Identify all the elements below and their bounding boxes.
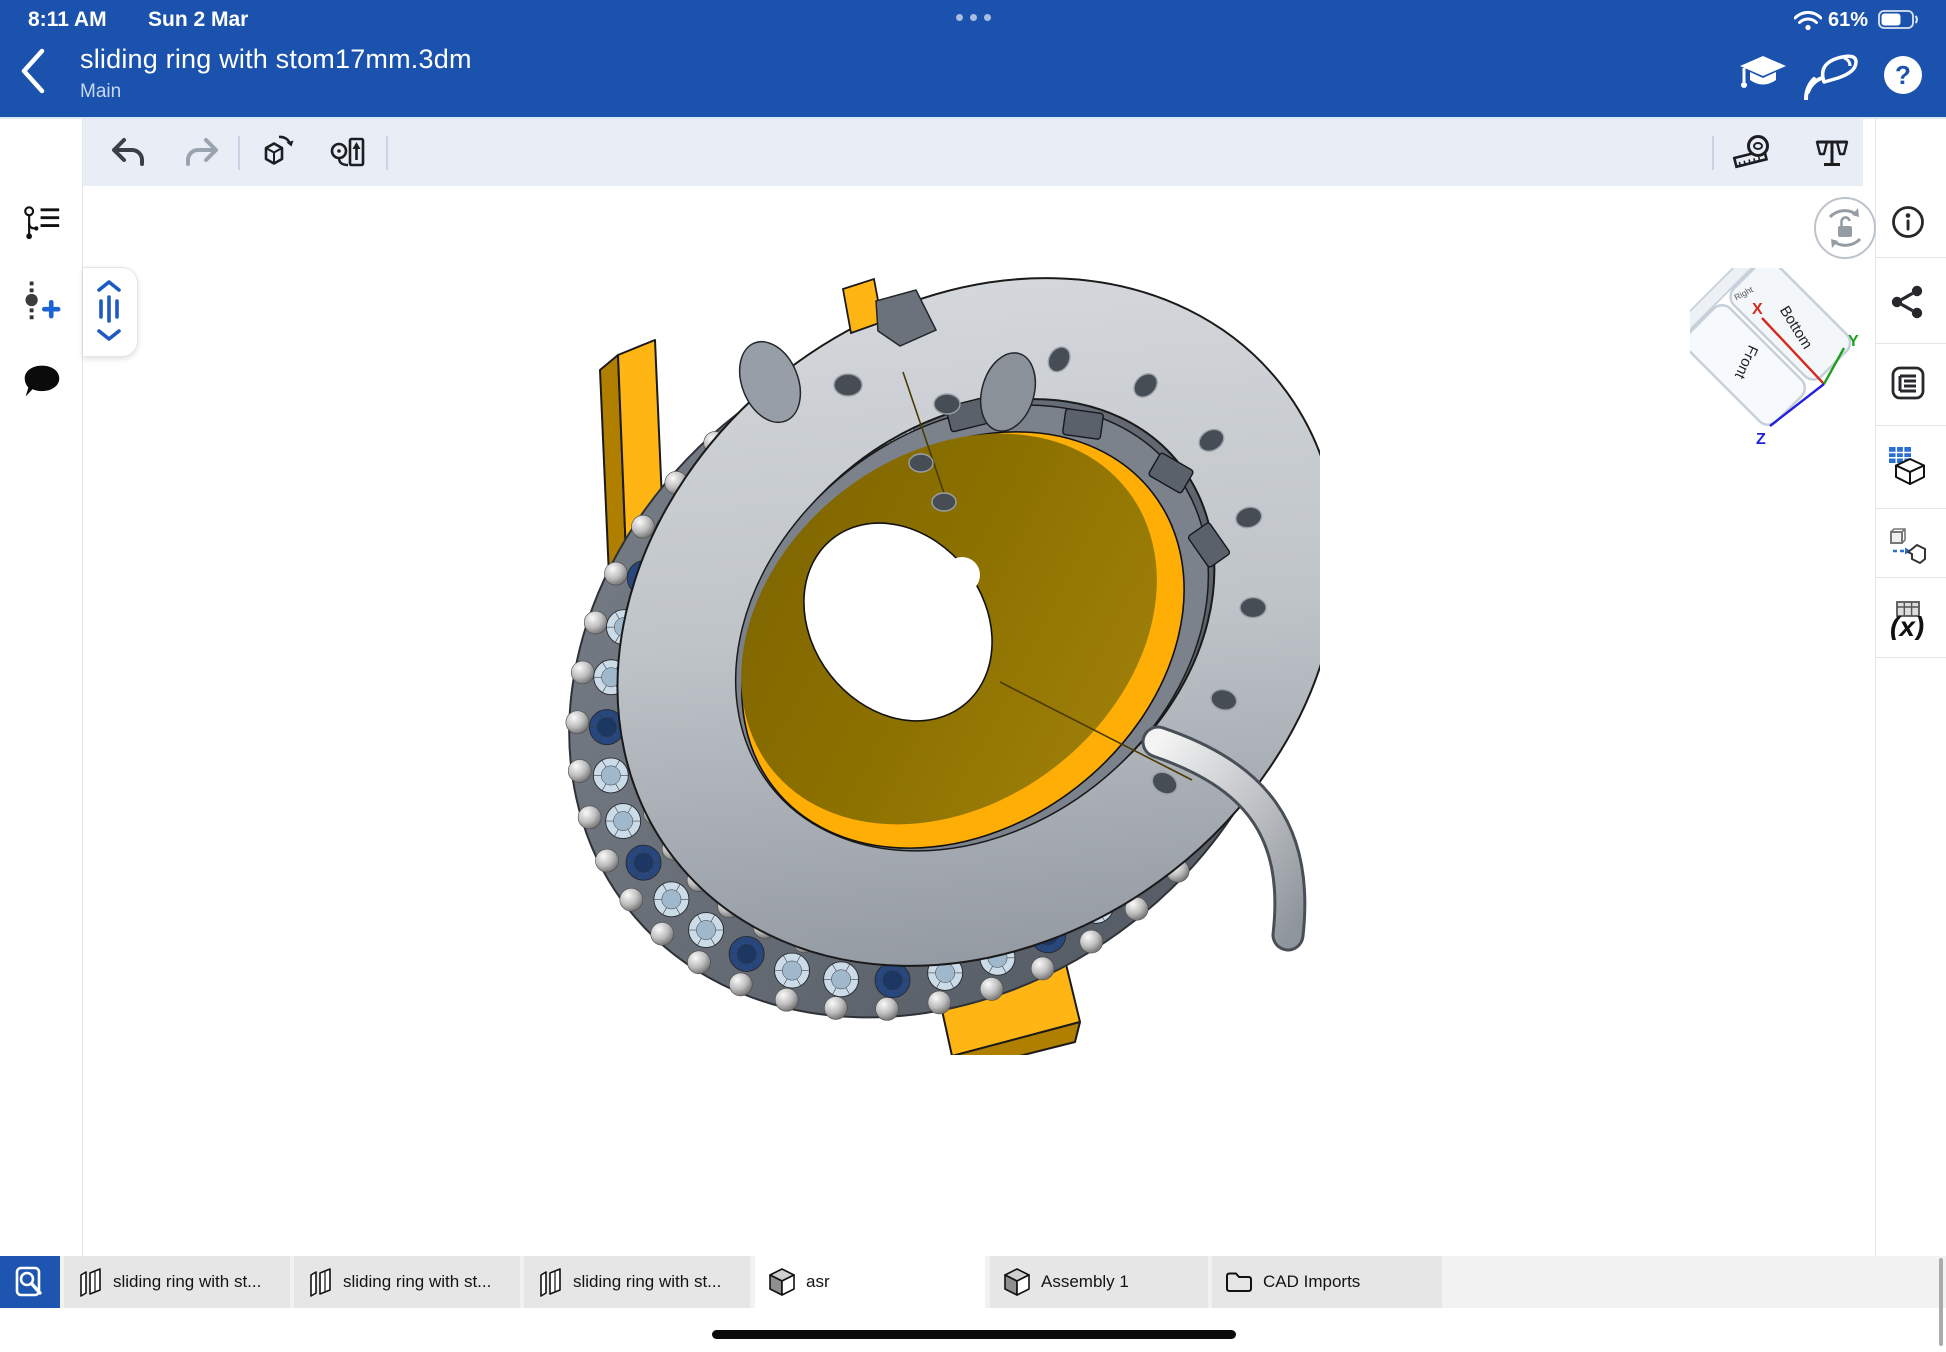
home-indicator[interactable] [712,1330,1236,1339]
panel-handle-chevrons [89,272,129,352]
top-blue-bar: 8:11 AM Sun 2 Mar 61% sliding ring with … [0,0,1946,119]
page-subtitle: Main [80,81,121,103]
sidebar-section-divider [1876,577,1946,578]
sidebar-section-divider [1876,257,1946,258]
svg-text:(x): (x) [1890,611,1924,640]
comment-icon[interactable] [22,362,62,402]
document-tab-active[interactable]: asr [755,1256,985,1308]
tab-label: asr [806,1272,830,1292]
undo-icon[interactable] [108,133,148,173]
multitask-dots[interactable] [956,14,991,21]
search-button[interactable] [0,1256,60,1308]
tab-label: sliding ring with st... [343,1272,491,1292]
tab-label: sliding ring with st... [113,1272,261,1292]
status-time: 8:11 AM [28,8,107,32]
redo-icon[interactable] [182,133,222,173]
tab-label: Assembly 1 [1041,1272,1129,1292]
axis-y-label: Y [1848,333,1859,350]
tabbar-scrollbar[interactable] [1939,1258,1943,1346]
document-tab[interactable]: sliding ring with st... [294,1256,520,1308]
toolbar-separator [238,136,240,170]
status-date: Sun 2 Mar [148,8,248,32]
add-body-icon[interactable] [22,280,62,320]
model-slabs-icon [537,1267,563,1297]
pencil-connect-icon[interactable] [1804,52,1860,100]
document-tab-bar: sliding ring with st... sliding ring wit… [0,1256,1946,1309]
items-history-icon[interactable] [22,202,62,242]
search-icon [13,1265,47,1299]
sidebar-section-divider [1876,657,1946,658]
orbit-lock-icon[interactable] [1812,195,1878,261]
panel-handle[interactable] [83,267,138,357]
toolbar-separator [1712,136,1714,170]
folder-icon [1225,1270,1253,1294]
convert-body-icon[interactable] [1888,527,1928,567]
svg-text:?: ? [1895,60,1911,90]
model-viewport-ring[interactable] [560,255,1320,1055]
battery-percent: 61% [1828,9,1868,32]
page-title: sliding ring with stom17mm.3dm [80,44,472,75]
info-icon[interactable] [1888,202,1928,242]
assembly-cube-icon [768,1267,796,1297]
document-tab[interactable]: Assembly 1 [990,1256,1208,1308]
tab-label: CAD Imports [1263,1272,1360,1292]
document-tab[interactable]: sliding ring with st... [64,1256,290,1308]
assembly-cube-icon [1003,1267,1031,1297]
measure-tape-icon[interactable] [1733,133,1773,173]
model-slabs-icon [77,1267,103,1297]
tutorials-cap-icon[interactable] [1738,54,1788,98]
tab-label: sliding ring with st... [573,1272,721,1292]
view-cube[interactable]: Front Bottom Right X Y Z [1690,268,1905,468]
import-body-icon[interactable] [258,133,298,173]
toolbar-separator [386,136,388,170]
variables-fx-icon[interactable]: (x) [1888,600,1928,640]
weight-balance-icon[interactable] [1812,133,1852,173]
back-chevron-icon[interactable] [16,47,50,95]
document-tab[interactable]: sliding ring with st... [524,1256,750,1308]
sidebar-section-divider [1876,508,1946,509]
axis-z-label: Z [1756,431,1766,448]
document-tab[interactable]: CAD Imports [1212,1256,1442,1308]
model-slabs-icon [307,1267,333,1297]
wifi-icon [1794,11,1822,31]
help-icon[interactable]: ? [1883,55,1923,95]
revolve-icon[interactable] [328,133,368,173]
axis-x-label: X [1752,301,1763,318]
battery-icon [1878,10,1920,30]
